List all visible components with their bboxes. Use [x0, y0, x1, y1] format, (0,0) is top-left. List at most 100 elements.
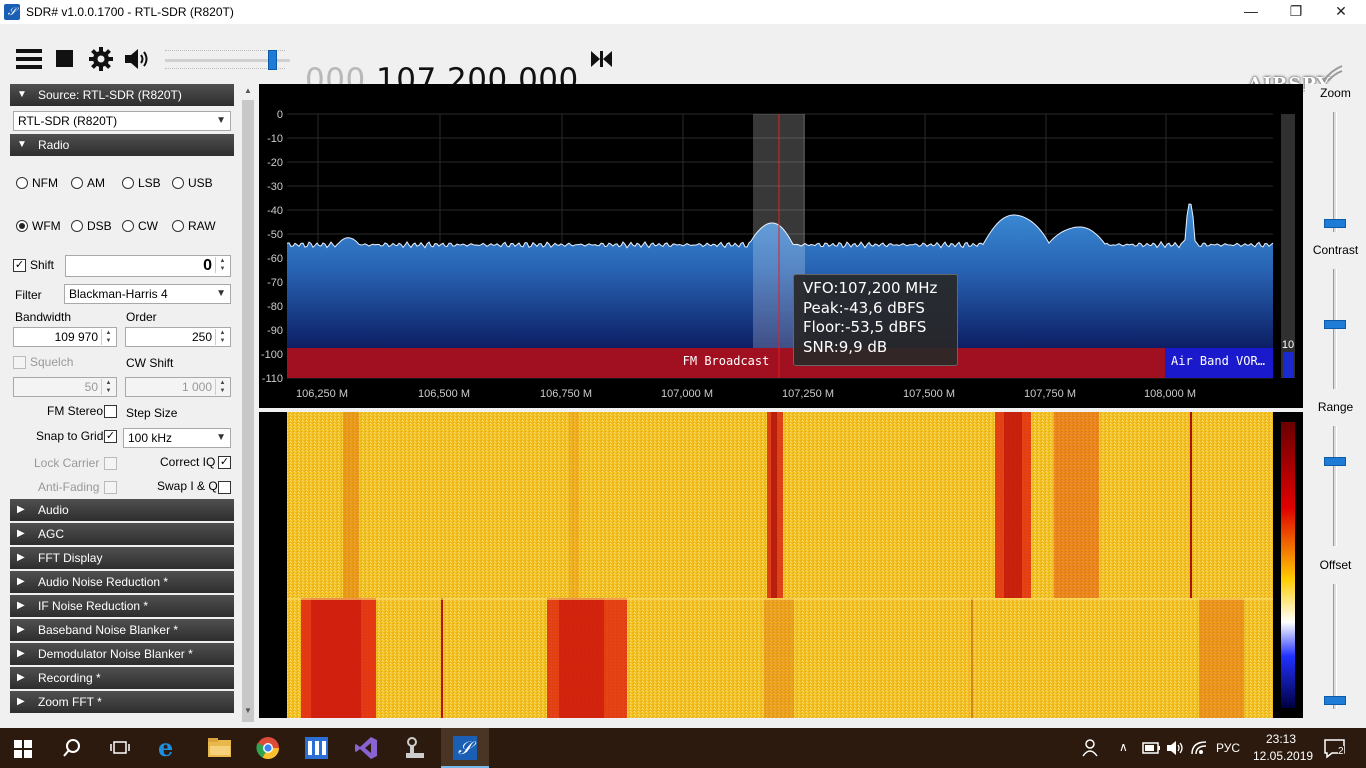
offset-slider-thumb[interactable] [1324, 696, 1346, 705]
section-header-zoom-fft[interactable]: ▶ Zoom FFT * [10, 691, 234, 713]
waterfall-display[interactable] [259, 412, 1303, 718]
edge-browser-icon[interactable]: e [158, 736, 182, 760]
people-icon[interactable] [1082, 738, 1106, 762]
section-header-audio[interactable]: ▶ Audio [10, 499, 234, 521]
windows-start-icon[interactable] [14, 740, 38, 764]
source-device-select[interactable]: RTL-SDR (R820T) ▼ [13, 111, 231, 131]
spinner-icon[interactable]: ▲ ▼ [101, 379, 115, 395]
mode-radio-lsb[interactable]: LSB [122, 176, 161, 190]
source-section-header[interactable]: ▼ Source: RTL-SDR (R820T) [10, 84, 234, 106]
signal-streak [441, 598, 443, 718]
x-tick-label: 106,750 M [540, 388, 592, 400]
notifications-icon[interactable] [1324, 739, 1348, 763]
x-tick-label: 107,500 M [903, 388, 955, 400]
radio-section-header[interactable]: ▼ Radio [10, 134, 234, 156]
clock-time[interactable]: 23:13 [1266, 732, 1296, 746]
file-explorer-icon[interactable] [207, 736, 231, 760]
sdrsharp-taskbar-button[interactable]: 𝒮 [441, 728, 489, 768]
chevron-down-icon: ▼ [216, 288, 226, 299]
mode-radio-cw[interactable]: CW [122, 219, 158, 233]
maximize-button[interactable]: ❐ [1273, 0, 1319, 24]
chevron-up-icon[interactable]: ∧ [1119, 740, 1128, 754]
menu-icon[interactable] [16, 48, 42, 70]
shift-input[interactable]: 0 ▲ ▼ [65, 255, 231, 277]
correctiq-checkbox[interactable]: ✓ [218, 456, 231, 469]
section-header-baseband-noise-blanker[interactable]: ▶ Baseband Noise Blanker * [10, 619, 234, 641]
swapiq-label: Swap I & Q [157, 479, 218, 493]
range-slider-track[interactable] [1333, 426, 1337, 546]
shift-checkbox[interactable]: ✓ [13, 259, 26, 272]
shift-label: Shift [30, 258, 55, 272]
swap-frequency-icon[interactable] [591, 51, 613, 67]
visual-studio-icon[interactable] [354, 736, 378, 760]
volume-tray-icon[interactable] [1166, 740, 1190, 764]
contrast-slider-track[interactable] [1333, 269, 1337, 389]
spinner-icon[interactable]: ▲ ▼ [215, 379, 229, 395]
squelch-checkbox[interactable] [13, 356, 26, 369]
clock-date[interactable]: 12.05.2019 [1253, 749, 1313, 763]
expand-icon: ▶ [17, 648, 25, 659]
stop-icon[interactable] [56, 50, 74, 68]
zoom-slider-thumb[interactable] [1324, 219, 1346, 228]
gear-icon[interactable] [88, 46, 114, 72]
input-language[interactable]: РУС [1216, 741, 1240, 755]
fmstereo-checkbox[interactable] [104, 405, 117, 418]
device-tool-icon[interactable] [403, 736, 427, 760]
volume-slider[interactable] [165, 50, 290, 70]
panel-scrollbar[interactable]: ▲ ▼ [240, 84, 256, 722]
lockcarrier-checkbox[interactable] [104, 457, 117, 470]
chrome-browser-icon[interactable] [256, 736, 280, 760]
mode-radio-dsb[interactable]: DSB [71, 219, 112, 233]
zoom-slider-track[interactable] [1333, 112, 1337, 232]
cwshift-input[interactable]: 1 000 ▲ ▼ [125, 377, 231, 397]
section-header-if-noise-reduction[interactable]: ▶ IF Noise Reduction * [10, 595, 234, 617]
offset-slider-track[interactable] [1333, 584, 1337, 709]
section-header-audio-noise-reduction[interactable]: ▶ Audio Noise Reduction * [10, 571, 234, 593]
minimize-button[interactable]: — [1228, 0, 1274, 24]
stepsize-select[interactable]: 100 kHz ▼ [123, 428, 231, 448]
scrollbar-thumb[interactable] [242, 100, 254, 722]
range-slider-thumb[interactable] [1324, 457, 1346, 466]
speaker-icon[interactable] [124, 48, 152, 70]
network-icon[interactable] [1190, 740, 1214, 764]
expand-icon: ▶ [17, 600, 25, 611]
waterfall-plot[interactable] [259, 412, 1303, 718]
mode-radio-am[interactable]: AM [71, 176, 105, 190]
search-icon[interactable] [62, 738, 86, 762]
section-header-fft-display[interactable]: ▶ FFT Display [10, 547, 234, 569]
section-header-agc[interactable]: ▶ AGC [10, 523, 234, 545]
fmstereo-label: FM Stereo [47, 404, 104, 418]
bandwidth-input[interactable]: 109 970 ▲ ▼ [13, 327, 117, 347]
calculator-app-icon[interactable] [304, 736, 328, 760]
mode-radio-usb[interactable]: USB [172, 176, 213, 190]
swapiq-checkbox[interactable] [218, 481, 231, 494]
close-button[interactable]: ✕ [1318, 0, 1364, 24]
antifading-checkbox[interactable] [104, 481, 117, 494]
mode-radio-nfm[interactable]: NFM [16, 176, 58, 190]
section-header-demodulator-noise-blanker[interactable]: ▶ Demodulator Noise Blanker * [10, 643, 234, 665]
y-tick-label: -80 [267, 301, 283, 313]
mode-radio-wfm[interactable]: WFM [16, 219, 61, 233]
scroll-up-icon[interactable]: ▲ [244, 86, 252, 95]
battery-icon[interactable] [1142, 741, 1166, 765]
signal-streak [559, 598, 604, 718]
section-header-recording[interactable]: ▶ Recording * [10, 667, 234, 689]
squelch-input[interactable]: 50 ▲ ▼ [13, 377, 117, 397]
spinner-icon[interactable]: ▲ ▼ [215, 257, 229, 273]
scroll-down-icon[interactable]: ▼ [244, 706, 252, 715]
spinner-icon[interactable]: ▲ ▼ [215, 329, 229, 345]
order-input[interactable]: 250 ▲ ▼ [125, 327, 231, 347]
cwshift-label: CW Shift [126, 356, 174, 370]
x-tick-label: 107,750 M [1024, 388, 1076, 400]
spinner-icon[interactable]: ▲ ▼ [101, 329, 115, 345]
spectrum-plot[interactable]: 0 -10 -20 -30 -40 -50 -60 -70 -80 -90 -100 -110 106,… [259, 84, 1303, 408]
contrast-slider-thumb[interactable] [1324, 320, 1346, 329]
signal-streak [569, 412, 579, 598]
task-view-icon[interactable] [110, 739, 134, 763]
snap-checkbox[interactable]: ✓ [104, 430, 117, 443]
spectrum-analyzer[interactable]: 0 -10 -20 -30 -40 -50 -60 -70 -80 -90 -100 -110 106,… [259, 84, 1303, 408]
expand-icon: ▶ [17, 696, 25, 707]
order-value: 250 [191, 330, 212, 344]
filter-select[interactable]: Blackman-Harris 4 ▼ [64, 284, 231, 304]
mode-radio-raw[interactable]: RAW [172, 219, 216, 233]
